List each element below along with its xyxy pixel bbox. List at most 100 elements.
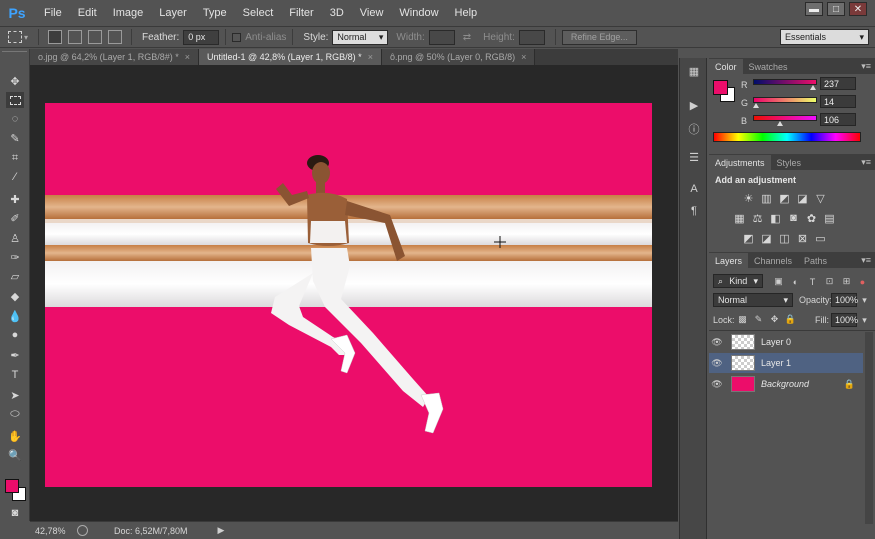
- chevron-down-icon[interactable]: ▾: [859, 295, 870, 306]
- document-canvas[interactable]: [45, 103, 652, 487]
- new-selection-icon[interactable]: [48, 30, 63, 44]
- menu-type[interactable]: Type: [195, 7, 235, 19]
- channel-g-slider[interactable]: [753, 97, 817, 103]
- quick-mask-icon[interactable]: ◙: [6, 505, 24, 521]
- history-brush-tool-icon[interactable]: ✑: [6, 249, 24, 265]
- black-white-icon[interactable]: ◧: [769, 212, 782, 225]
- visibility-eye-icon[interactable]: 👁: [709, 379, 725, 390]
- character-panel-icon[interactable]: A: [686, 182, 702, 196]
- filter-pixel-icon[interactable]: ▣: [773, 276, 784, 287]
- intersect-selection-icon[interactable]: [108, 30, 123, 44]
- dodge-tool-icon[interactable]: ●: [6, 327, 24, 343]
- brightness-icon[interactable]: ☀: [742, 192, 755, 205]
- channel-r-input[interactable]: 237: [820, 77, 856, 90]
- minimize-button[interactable]: ▬: [805, 2, 823, 16]
- pen-tool-icon[interactable]: ✒: [6, 347, 24, 363]
- menu-window[interactable]: Window: [391, 7, 446, 19]
- add-selection-icon[interactable]: [68, 30, 83, 44]
- close-icon[interactable]: ×: [368, 52, 373, 62]
- fill-input[interactable]: 100%: [831, 313, 858, 327]
- visibility-eye-icon[interactable]: 👁: [709, 337, 725, 348]
- ellipse-tool-icon[interactable]: ⬭: [6, 406, 24, 422]
- menu-image[interactable]: Image: [105, 7, 152, 19]
- layer-row-layer-1[interactable]: 👁 Layer 1: [709, 353, 863, 373]
- layer-filter-select[interactable]: ⌕ Kind ▾: [713, 274, 763, 288]
- paragraph-panel-icon[interactable]: ¶: [686, 204, 702, 218]
- filter-type-icon[interactable]: T: [807, 276, 818, 287]
- hue-saturation-icon[interactable]: ▦: [733, 212, 746, 225]
- color-spectrum[interactable]: [713, 132, 861, 142]
- chevron-down-icon[interactable]: ▾: [24, 33, 28, 42]
- crop-tool-icon[interactable]: ⌗: [6, 150, 24, 166]
- feather-input[interactable]: 0 px: [183, 29, 220, 45]
- blend-mode-select[interactable]: Normal ▾: [713, 293, 793, 307]
- exposure-icon[interactable]: ◪: [796, 192, 809, 205]
- channel-r-thumb[interactable]: [809, 85, 816, 90]
- panel-menu-icon[interactable]: ▾≡: [861, 61, 871, 72]
- workspace-select[interactable]: Essentials ▾: [780, 29, 869, 45]
- close-icon[interactable]: ×: [521, 52, 526, 62]
- tab-untitled-1[interactable]: Untitled-1 @ 42,8% (Layer 1, RGB/8) * ×: [198, 49, 382, 65]
- channel-b-thumb[interactable]: [776, 121, 783, 126]
- layers-scrollbar[interactable]: [865, 332, 873, 524]
- curves-icon[interactable]: ◩: [778, 192, 791, 205]
- vibrance-icon[interactable]: ▽: [814, 192, 827, 205]
- photo-filter-icon[interactable]: ◙: [787, 212, 800, 224]
- actions-panel-icon[interactable]: ▶: [686, 98, 702, 112]
- filter-adjustment-icon[interactable]: ◐: [790, 276, 801, 287]
- visibility-eye-icon[interactable]: 👁: [709, 358, 725, 369]
- close-icon[interactable]: ×: [185, 52, 190, 62]
- filter-smart-object-icon[interactable]: ⊞: [841, 276, 852, 287]
- lock-transparency-icon[interactable]: ▩: [737, 314, 748, 325]
- healing-brush-tool-icon[interactable]: ✚: [6, 191, 24, 207]
- filter-toggle-icon[interactable]: ●: [857, 276, 868, 287]
- tab-adjustments[interactable]: Adjustments: [709, 155, 771, 170]
- tab-o-jpg[interactable]: o.jpg @ 64,2% (Layer 1, RGB/8#) * ×: [30, 49, 199, 65]
- canvas-area[interactable]: [30, 65, 678, 521]
- panel-menu-icon[interactable]: ▾≡: [861, 157, 871, 168]
- tab-color[interactable]: Color: [709, 59, 743, 74]
- swap-icon[interactable]: ⇄: [463, 32, 471, 43]
- tab-o-png[interactable]: ô.png @ 50% (Layer 0, RGB/8) ×: [381, 49, 536, 65]
- posterize-icon[interactable]: ◪: [760, 232, 773, 245]
- height-input[interactable]: [518, 29, 545, 45]
- tab-styles[interactable]: Styles: [771, 155, 808, 170]
- channel-b-input[interactable]: 106: [820, 113, 856, 126]
- lock-pixels-icon[interactable]: ✎: [753, 314, 764, 325]
- clone-stamp-tool-icon[interactable]: ♙: [6, 230, 24, 246]
- eyedropper-tool-icon[interactable]: ⁄: [6, 169, 24, 185]
- hand-tool-icon[interactable]: ✋: [6, 428, 24, 444]
- opacity-input[interactable]: 100%: [831, 293, 858, 307]
- menu-view[interactable]: View: [352, 7, 392, 19]
- brush-presets-icon[interactable]: ☰: [686, 150, 702, 164]
- path-select-tool-icon[interactable]: ➤: [6, 387, 24, 403]
- close-button[interactable]: ✕: [849, 2, 867, 16]
- foreground-color-swatch-top[interactable]: [713, 80, 728, 95]
- move-tool-icon[interactable]: ✥: [6, 73, 24, 89]
- chevron-down-icon[interactable]: ▾: [859, 315, 870, 326]
- history-panel-icon[interactable]: ▦: [686, 64, 702, 78]
- blur-tool-icon[interactable]: 💧: [6, 308, 24, 324]
- menu-3d[interactable]: 3D: [322, 7, 352, 19]
- menu-filter[interactable]: Filter: [281, 7, 321, 19]
- filter-shape-icon[interactable]: ⊡: [824, 276, 835, 287]
- eraser-tool-icon[interactable]: ▱: [6, 268, 24, 284]
- gradient-map-icon[interactable]: ▭: [814, 232, 827, 245]
- zoom-tool-icon[interactable]: 🔍: [6, 447, 24, 463]
- share-icon[interactable]: [77, 525, 88, 536]
- layer-row-background[interactable]: 👁 Background 🔒: [709, 374, 863, 394]
- color-lookup-icon[interactable]: ▤: [823, 212, 836, 225]
- info-panel-icon[interactable]: ⓘ: [686, 122, 702, 136]
- tab-layers[interactable]: Layers: [709, 253, 749, 268]
- levels-icon[interactable]: ▥: [760, 192, 773, 205]
- subtract-selection-icon[interactable]: [88, 30, 103, 44]
- lock-all-icon[interactable]: 🔒: [785, 314, 796, 325]
- panel-menu-icon[interactable]: ▾≡: [861, 255, 871, 266]
- play-arrow-icon[interactable]: ▶: [218, 525, 225, 536]
- quick-select-tool-icon[interactable]: ✎: [6, 130, 24, 146]
- threshold-icon[interactable]: ◫: [778, 232, 791, 245]
- channel-g-thumb[interactable]: [753, 103, 760, 108]
- selective-color-icon[interactable]: ⊠: [796, 232, 809, 245]
- maximize-button[interactable]: □: [827, 2, 845, 16]
- tab-channels[interactable]: Channels: [748, 253, 798, 268]
